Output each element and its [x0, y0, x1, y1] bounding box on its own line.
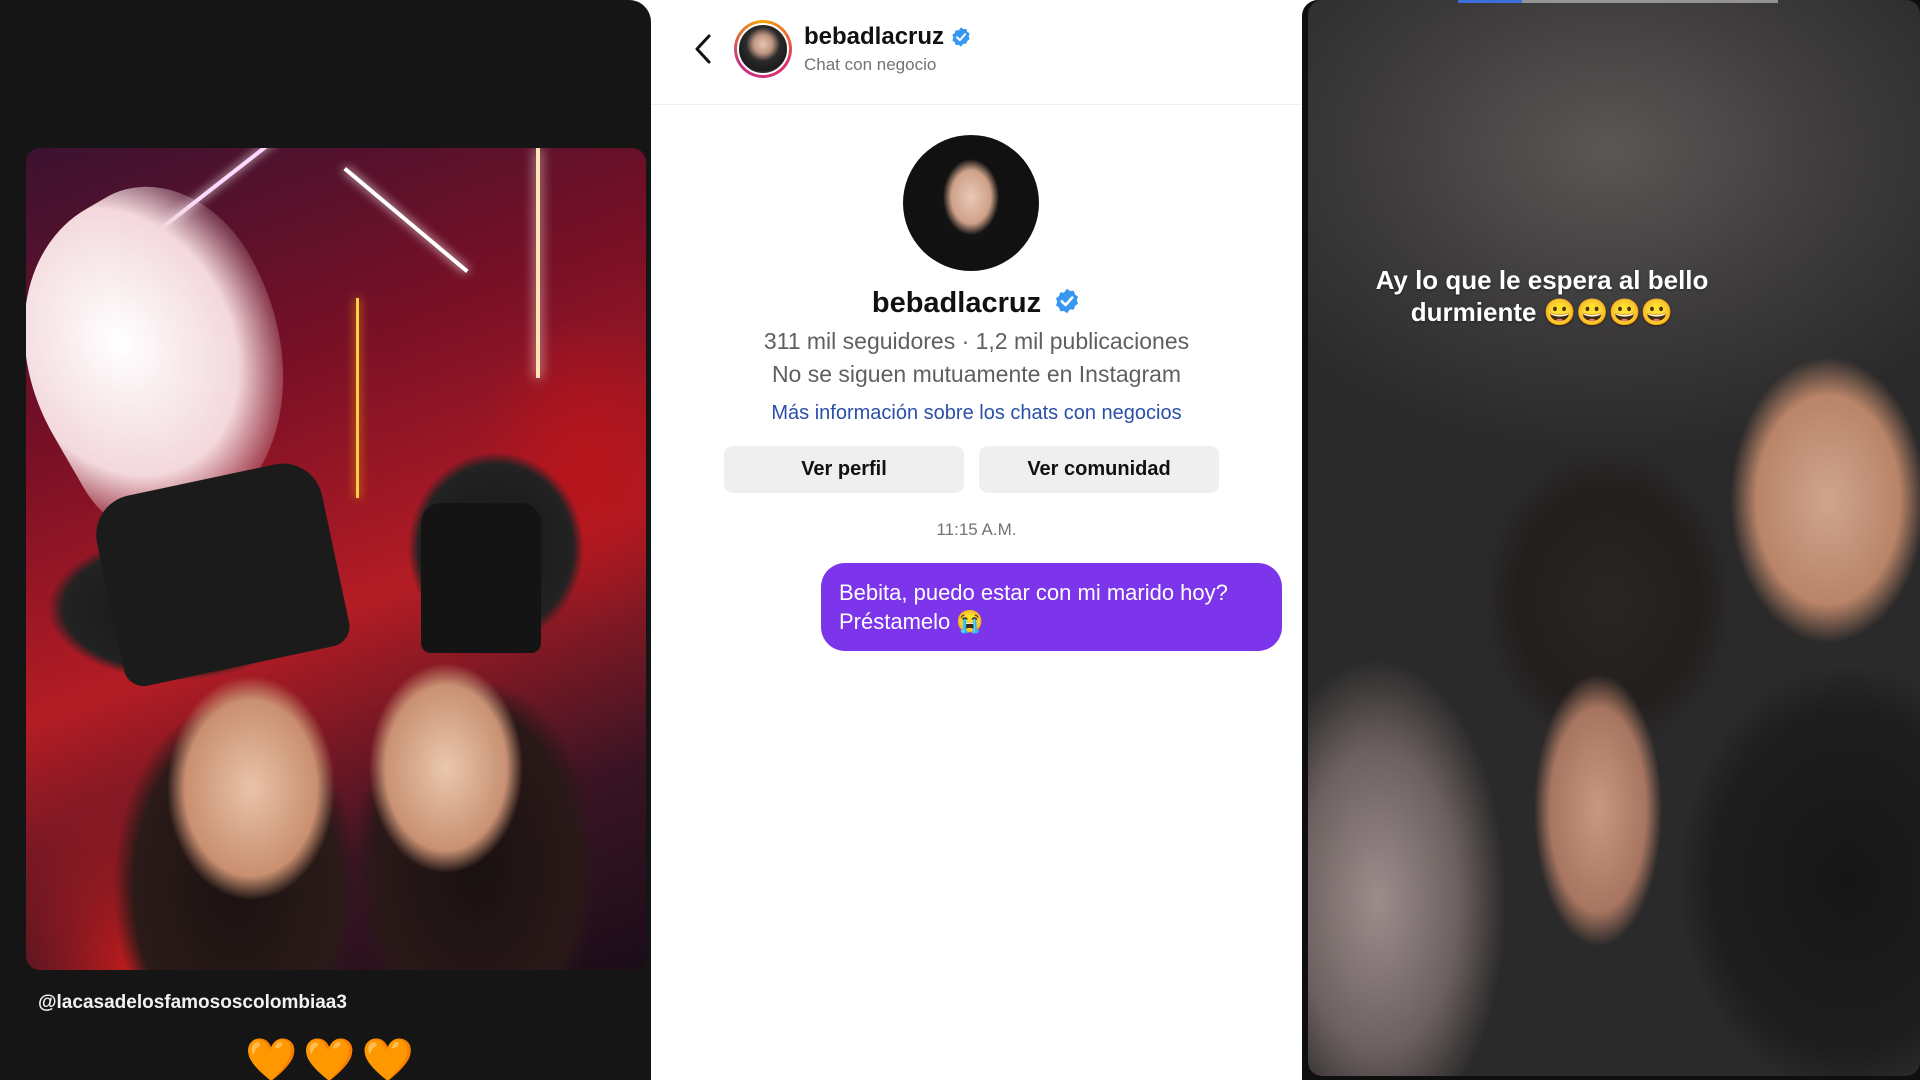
- profile-name-row: bebadlacruz: [651, 287, 1302, 320]
- profile-name: bebadlacruz: [871, 287, 1042, 319]
- caption-line: durmiente 😀😀😀😀: [1410, 297, 1674, 327]
- verified-badge-icon: [952, 27, 970, 47]
- left-story-panel: @lacasadelosfamososcolombiaa3 🧡🧡🧡: [0, 0, 651, 1080]
- verified-badge-icon: [1056, 289, 1079, 314]
- header-avatar[interactable]: [734, 20, 792, 78]
- story-progress-fill: [1458, 0, 1522, 3]
- sent-message-bubble[interactable]: Bebita, puedo estar con mi marido hoy? P…: [821, 563, 1282, 651]
- message-text-line: Préstamelo 😭: [839, 609, 984, 634]
- back-arrow-icon[interactable]: [689, 30, 719, 68]
- story-photo: [1308, 0, 1920, 1076]
- business-chat-info-link[interactable]: Más información sobre los chats con nego…: [651, 402, 1302, 425]
- story-photo: [26, 148, 646, 970]
- message-text-line: Bebita, puedo estar con mi marido hoy?: [839, 580, 1228, 605]
- neon-light: [536, 148, 540, 378]
- view-profile-button[interactable]: Ver perfil: [724, 446, 964, 493]
- story-mention-handle[interactable]: @lacasadelosfamososcolombiaa3: [38, 992, 347, 1014]
- profile-stats: 311 mil seguidores · 1,2 mil publicacion…: [763, 328, 1190, 354]
- profile-avatar[interactable]: [903, 135, 1039, 271]
- story-caption: Ay lo que le espera al bello durmiente 😀…: [1302, 264, 1782, 328]
- story-progress-bar: [1458, 0, 1778, 3]
- chat-header: bebadlacruz Chat con negocio: [651, 0, 1302, 105]
- caption-line: Ay lo que le espera al bello: [1375, 265, 1709, 295]
- hearts-sticker: 🧡🧡🧡: [245, 1036, 420, 1080]
- header-subtitle: Chat con negocio: [804, 55, 937, 74]
- neon-light: [356, 298, 359, 498]
- mutual-follow-status: No se siguen mutuamente en Instagram: [771, 361, 1182, 387]
- top-hat: [421, 503, 541, 653]
- right-story-panel: Ay lo que le espera al bello durmiente 😀…: [1302, 0, 1920, 1080]
- neon-light: [343, 167, 469, 273]
- header-username[interactable]: bebadlacruz: [804, 23, 944, 51]
- view-community-button[interactable]: Ver comunidad: [979, 446, 1219, 493]
- chat-panel: bebadlacruz Chat con negocio bebadlacruz…: [651, 0, 1302, 1080]
- message-timestamp: 11:15 A.M.: [936, 520, 1017, 539]
